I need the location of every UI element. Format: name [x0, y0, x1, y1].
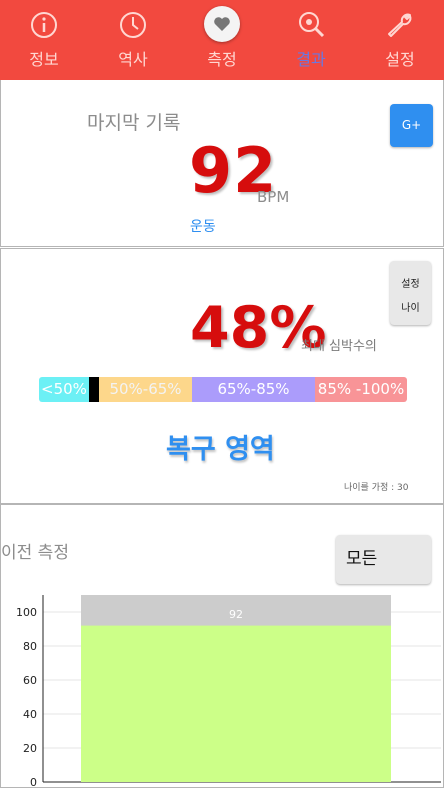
wrench-icon [385, 10, 415, 40]
zone-segment-85-100: 85% -100% [315, 377, 407, 402]
top-nav: 정보 역사 측정 결과 설정 [0, 0, 444, 80]
set-age-line1: 설정 [401, 279, 420, 290]
last-record-title: 마지막 기록 [87, 112, 181, 134]
last-record-card: 마지막 기록 G+ 92 BPM 운동 [0, 80, 444, 247]
bar-data-label: 92 [229, 608, 243, 621]
zone-segment-below-50: <50% [39, 377, 91, 402]
bpm-unit: BPM [257, 188, 290, 206]
nav-item-measure[interactable]: 측정 [178, 0, 266, 80]
zone-segment-50-65: 50%-65% [99, 377, 192, 402]
y-tick-label: 60 [23, 674, 37, 687]
bpm-bar [81, 625, 391, 782]
filter-all-button[interactable]: 모든 [336, 535, 431, 584]
y-tick-label: 40 [23, 708, 37, 721]
set-age-line2: 나이 [401, 303, 420, 314]
zone-name: 복구 영역 [166, 434, 275, 465]
nav-label-measure: 측정 [207, 50, 237, 69]
nav-label-history: 역사 [118, 50, 148, 69]
previous-measurements-card: 이전 측정 모든 0 20 40 60 80 100 92 [0, 504, 444, 788]
zone-bar: <50% 50%-65% 65%-85% 85% -100% [39, 377, 407, 402]
max-hr-caption: 최대 심박수의 [301, 339, 377, 354]
google-plus-button[interactable]: G+ [390, 104, 433, 147]
nav-item-settings[interactable]: 설정 [356, 0, 444, 80]
nav-label-settings: 설정 [385, 50, 415, 69]
previous-title: 이전 측정 [1, 543, 69, 563]
y-tick-label: 0 [30, 776, 37, 787]
info-icon [29, 10, 59, 40]
nav-item-history[interactable]: 역사 [89, 0, 177, 80]
zone-segment-65-85: 65%-85% [192, 377, 315, 402]
nav-item-results[interactable]: 결과 [267, 0, 355, 80]
nav-label-info: 정보 [29, 50, 59, 69]
y-tick-label: 100 [16, 606, 37, 619]
nav-label-results: 결과 [296, 50, 326, 69]
y-tick-label: 20 [23, 742, 37, 755]
zone-marker [89, 377, 99, 402]
clock-icon [118, 10, 148, 40]
y-tick-label: 80 [23, 640, 37, 653]
heart-zone-card: 설정 나이 48% 최대 심박수의 <50% 50%-65% 65%-85% 8… [0, 248, 444, 504]
nav-item-info[interactable]: 정보 [0, 0, 88, 80]
heart-icon [204, 6, 240, 42]
set-age-button[interactable]: 설정 나이 [390, 261, 431, 325]
previous-bpm-chart: 0 20 40 60 80 100 92 [16, 595, 441, 787]
magnifier-icon [296, 10, 326, 40]
assumed-age-note: 나이를 가정 : 30 [344, 483, 409, 493]
activity-label[interactable]: 운동 [190, 216, 216, 236]
